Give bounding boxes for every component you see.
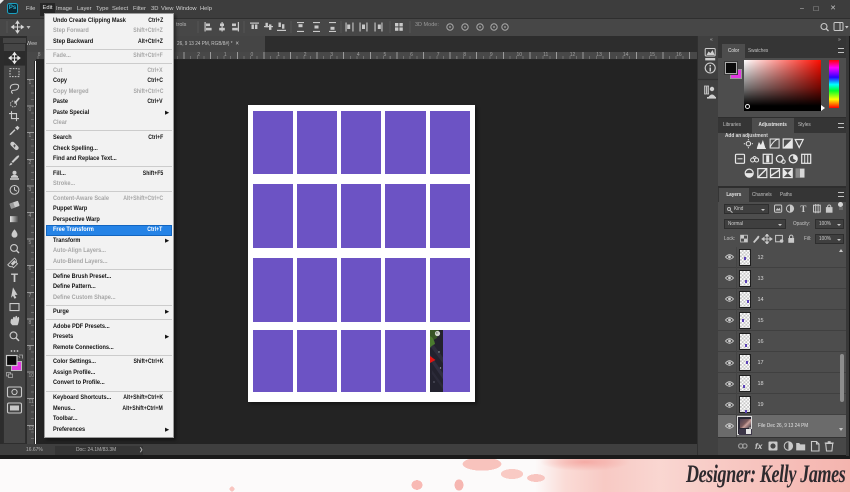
svg-text:fx: fx: [755, 441, 764, 451]
svg-text:T: T: [11, 273, 18, 285]
svg-text:T: T: [800, 204, 806, 214]
